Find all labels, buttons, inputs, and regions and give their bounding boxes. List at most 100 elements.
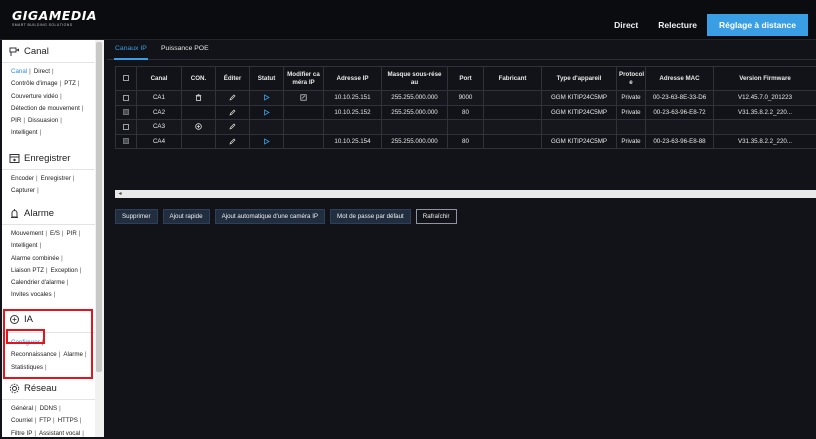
play-status-icon[interactable] (263, 108, 270, 116)
select-all-checkbox[interactable] (123, 74, 129, 81)
mot-de-passe-defaut-button[interactable]: Mot de passe par défaut (330, 209, 411, 224)
sidebar-item-ddns[interactable]: DDNS (40, 405, 58, 412)
play-status-icon[interactable] (263, 94, 270, 101)
sidebar-item-couverture-video[interactable]: Couverture vidéo (11, 93, 58, 100)
row-select-cell[interactable] (115, 90, 137, 106)
sidebar-item-courriel[interactable]: Courriel (11, 417, 33, 424)
sidebar-item-capturer[interactable]: Capturer (11, 187, 35, 194)
edit-pencil-icon[interactable] (229, 94, 236, 101)
protocol-cell (616, 119, 646, 135)
sidebar-header-alarme[interactable]: Alarme (2, 205, 95, 221)
sidebar-item-pir[interactable]: PIR (67, 230, 77, 237)
sidebar-title-enregistrer: Enregistrer (24, 152, 71, 164)
sidebar-item-direct[interactable]: Direct (34, 68, 50, 75)
edit-pencil-icon[interactable] (229, 109, 236, 116)
row-checkbox[interactable] (123, 109, 129, 116)
sidebar-item-alarme-combinee[interactable]: Alarme combinée (11, 255, 59, 262)
port-cell: 80 (447, 133, 484, 149)
status-cell[interactable] (249, 133, 284, 149)
separator: | (29, 68, 31, 75)
sidebar-item-exception[interactable]: Exception (51, 267, 78, 274)
nav-reglage-a-distance[interactable]: Réglage à distance (706, 14, 808, 36)
sidebar-item-intelligent[interactable]: Intelligent (11, 242, 38, 249)
trash-icon[interactable] (195, 94, 202, 102)
status-cell[interactable] (249, 90, 284, 106)
table-row[interactable]: CA2 10.10.25.152 255.255.000.000 80 GGM KITI… (115, 104, 816, 120)
table-horizontal-scrollbar[interactable]: ◂ (115, 190, 816, 198)
row-select-cell[interactable] (115, 133, 137, 149)
sidebar-item-filtre-ip[interactable]: Filtre IP (11, 430, 32, 437)
sidebar-item-dissuasion[interactable]: Dissuasion (28, 117, 58, 124)
edit-cell[interactable] (215, 119, 250, 135)
sidebar-link-line: Canal | Direct | (11, 66, 95, 78)
edit-cell[interactable] (215, 104, 250, 120)
ip-address-cell: 10.10.25.152 (323, 104, 382, 120)
connection-cell[interactable] (181, 119, 216, 135)
row-checkbox[interactable] (123, 138, 129, 145)
sidebar-item-liaison-ptz[interactable]: Liaison PTZ (11, 267, 44, 274)
manufacturer-cell (483, 133, 542, 149)
tab-canaux-ip[interactable]: Canaux IP (115, 45, 147, 52)
edit-pencil-icon[interactable] (229, 123, 236, 130)
table-row[interactable]: CA4 10.10.25.154 255.255.000.000 80 GGM KITI… (115, 133, 816, 149)
sidebar-link-line: Capturer | (11, 185, 95, 197)
row-checkbox[interactable] (123, 94, 129, 101)
sidebar-item-enregistrer[interactable]: Enregistrer (41, 175, 71, 182)
scroll-left-arrow-icon[interactable]: ◂ (116, 190, 124, 198)
select-all-checkbox-cell[interactable] (115, 66, 137, 91)
sidebar-item-ftp[interactable]: FTP (39, 417, 51, 424)
connection-cell[interactable] (181, 90, 216, 106)
separator: | (37, 187, 39, 195)
sidebar-item-ptz[interactable]: PTZ (64, 80, 76, 87)
sidebar-header-reseau[interactable]: Réseau (2, 380, 95, 396)
edit-cell[interactable] (215, 90, 250, 106)
separator: | (34, 429, 36, 437)
channel-icon (9, 46, 20, 57)
sidebar-item-controle-d-image[interactable]: Contrôle d'image (11, 80, 58, 87)
sidebar-item-assistant-vocal[interactable]: Assistant vocal (39, 430, 80, 437)
sidebar-header-enregistrer[interactable]: Enregistrer (2, 150, 95, 166)
sidebar-header-canal[interactable]: Canal (2, 43, 95, 59)
row-checkbox[interactable] (123, 123, 129, 130)
ajout-automatique-camera-button[interactable]: Ajout automatique d'une caméra IP (214, 209, 326, 224)
sidebar-item-https[interactable]: HTTPS (58, 417, 78, 424)
edit-cell[interactable] (215, 133, 250, 149)
sidebar-item-detection-de-mouvement[interactable]: Détection de mouvement (11, 105, 80, 112)
nav-relecture[interactable]: Relecture (648, 14, 707, 36)
supprimer-button[interactable]: Supprimer (115, 209, 158, 224)
table-row[interactable]: CA3 (115, 119, 816, 135)
sidebar-item-invites-vocales[interactable]: Invites vocales (11, 291, 52, 298)
sidebar-item-calendrier-d-alarme[interactable]: Calendrier d'alarme (11, 279, 65, 286)
sidebar-item-canal[interactable]: Canal (11, 68, 27, 75)
modify-camera-icon[interactable] (300, 94, 307, 101)
top-navigation: Direct Relecture Réglage à distance (604, 14, 808, 36)
column-header-version-firmware: Version Firmware (713, 66, 816, 91)
separator: | (61, 254, 63, 262)
table-row[interactable]: CA1 10.10.25.151 255.255.000.000 9000 GGM KI… (115, 90, 816, 106)
sidebar-item-encoder[interactable]: Encoder (11, 175, 34, 182)
sidebar-item-general[interactable]: Général (11, 405, 33, 412)
tab-puissance-poe[interactable]: Puissance POE (161, 45, 209, 52)
rafraichir-button[interactable]: Rafraîchir (415, 209, 457, 224)
ip-channel-table: Canal CON. Éditer Statut Modifier ca méra IP… (115, 66, 816, 149)
play-status-icon[interactable] (263, 137, 270, 145)
nav-direct[interactable]: Direct (604, 14, 648, 36)
status-cell[interactable] (249, 104, 284, 120)
sidebar-scrollbar[interactable] (95, 40, 104, 437)
mac-address-cell: 00-23-63-8E-33-D6 (645, 90, 714, 106)
subnet-mask-cell: 255.255.000.000 (381, 133, 448, 149)
separator: | (60, 92, 62, 100)
sidebar-item-e-s[interactable]: E/S (50, 230, 60, 237)
modify-camera-cell[interactable] (283, 90, 324, 106)
sidebar-item-mouvement[interactable]: Mouvement (11, 230, 43, 237)
row-select-cell[interactable] (115, 119, 137, 135)
sidebar-item-intelligent[interactable]: Intelligent (11, 129, 38, 136)
separator: | (77, 80, 80, 88)
sidebar-scrollbar-thumb[interactable] (96, 42, 102, 372)
edit-pencil-icon[interactable] (229, 138, 236, 145)
row-select-cell[interactable] (115, 104, 137, 120)
add-circle-icon[interactable] (195, 123, 202, 130)
sidebar-link-line: Calendrier d'alarme | (11, 277, 95, 289)
sidebar-item-pir[interactable]: PIR (11, 117, 21, 124)
ajout-rapide-button[interactable]: Ajout rapide (162, 209, 210, 224)
